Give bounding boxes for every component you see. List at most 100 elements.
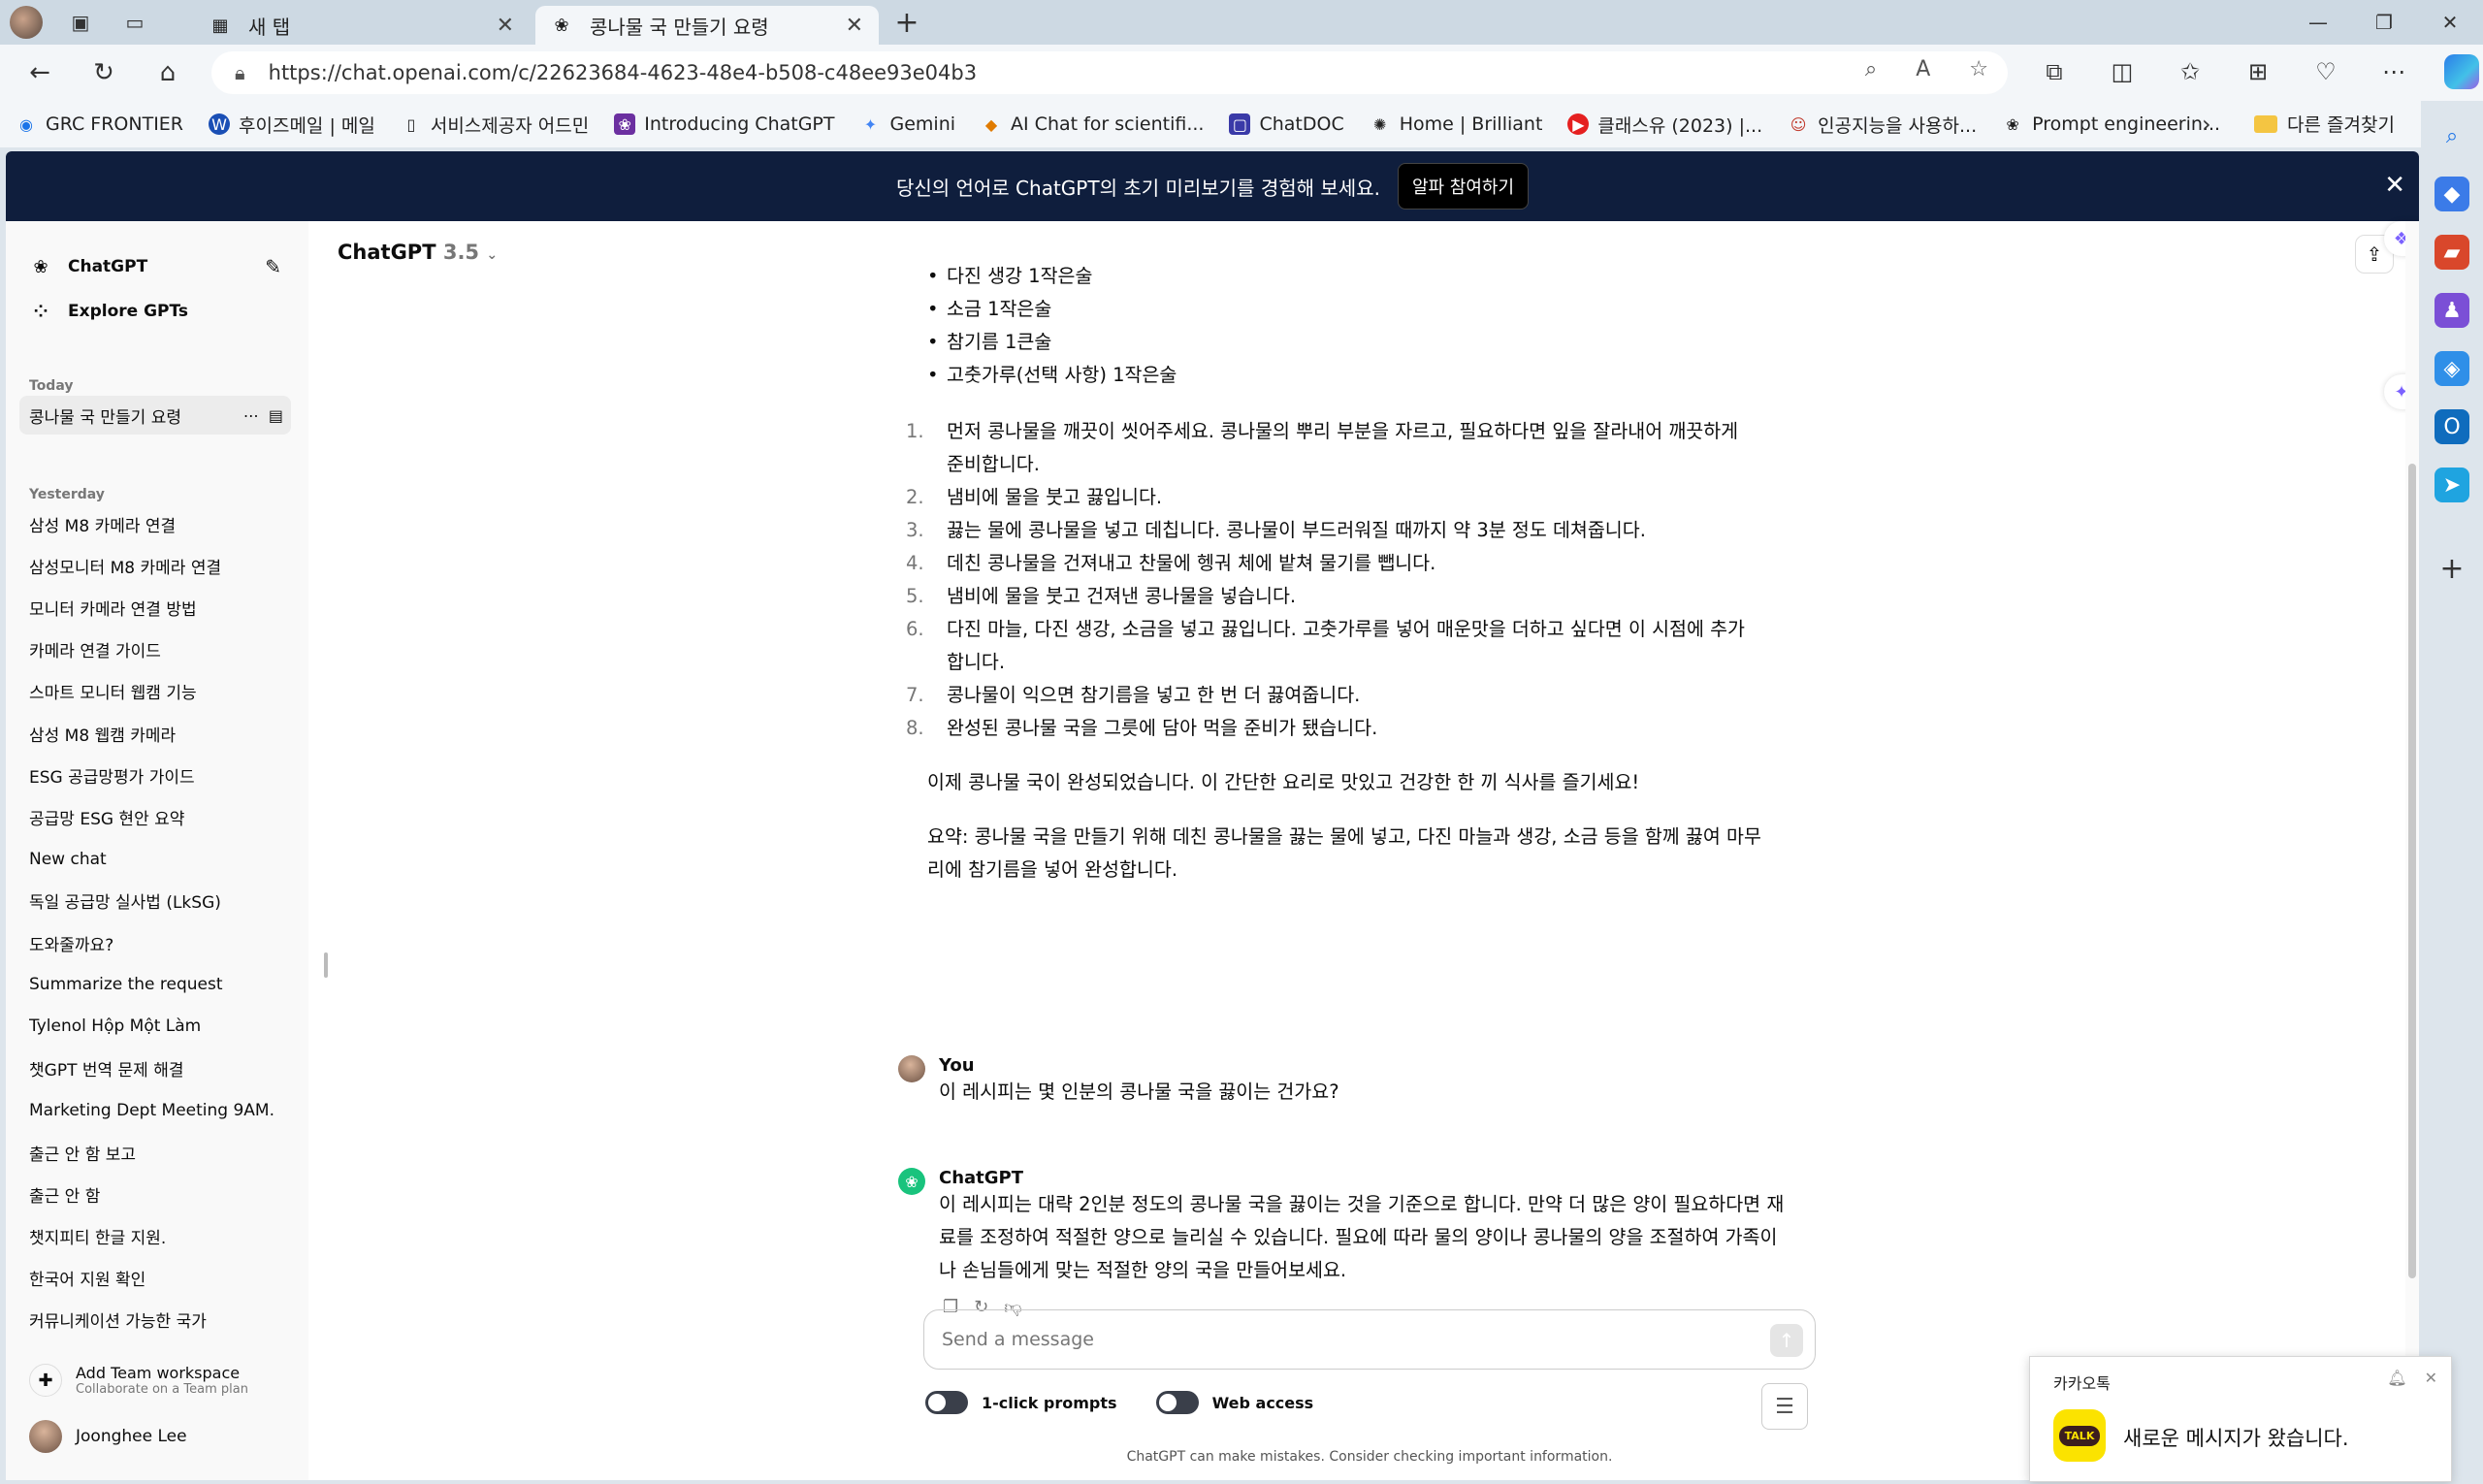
scrollbar[interactable] [2405,221,2419,1480]
chat-history-item[interactable]: 도와줄까요? [29,923,291,962]
address-bar[interactable]: 🔒︎ https://chat.openai.com/c/22623684-46… [211,51,2008,94]
bookmark-classu[interactable]: ▶ 클래스유 (2023) |... [1567,112,1762,138]
games-icon[interactable]: ♟ [2435,293,2469,328]
bookmark-prompt-engineering[interactable]: ❀ Prompt engineerin... [2002,113,2220,135]
chat-item-selected[interactable]: 콩나물 국 만들기 요령 ⋯ ▤ [19,396,291,435]
settings-sliders-icon[interactable]: ☰ [1761,1383,1808,1430]
user-menu[interactable]: Joonghee Lee [29,1420,291,1453]
browser-essentials-icon[interactable]: ♡ [2308,54,2343,89]
step-item: 5. 냄비에 물을 붓고 건져낸 콩나물을 넣습니다. [906,580,1761,613]
chat-history-item[interactable]: 한국어 지원 확인 [29,1259,291,1298]
bell-icon[interactable]: 🔔︎ [2387,1369,2406,1387]
new-chat-edit-icon[interactable]: ✎ [265,255,281,278]
chat-history-item[interactable]: 모니터 카메라 연결 방법 [29,588,291,627]
bookmark-brilliant[interactable]: ✺ Home | Brilliant [1370,113,1542,135]
scrollbar-thumb[interactable] [2408,464,2416,1278]
sidebar-resize-handle[interactable] [324,952,328,978]
join-alpha-button[interactable]: 알파 참여하기 [1397,163,1530,210]
chatgpt-page: 당신의 언어로 ChatGPT의 초기 미리보기를 경험해 보세요. 알파 참여… [6,151,2419,1480]
bookmark-gemini[interactable]: ✦ Gemini [860,113,955,135]
close-tab-icon[interactable]: ✕ [497,14,514,38]
profile-avatar[interactable] [10,6,43,39]
extensions-icon[interactable]: ⧉ [2037,54,2072,89]
chat-history-item[interactable]: 출근 안 함 보고 [29,1133,291,1172]
new-tab-button[interactable]: + [890,6,923,40]
search-icon[interactable]: ⌕ [2435,118,2469,153]
chat-history-item[interactable]: New chat [29,840,291,879]
tab-actions-icon[interactable]: ▭ [118,6,151,39]
bookmark-ai-chat-scientific[interactable]: ◆ AI Chat for scientifi... [981,113,1205,135]
collections-icon[interactable]: ⊞ [2241,54,2275,89]
chat-history-item[interactable]: 커뮤니케이션 가능한 국가 [29,1301,291,1339]
language-banner: 당신의 언어로 ChatGPT의 초기 미리보기를 경험해 보세요. 알파 참여… [6,151,2419,221]
chat-history-item[interactable]: Marketing Dept Meeting 9AM. [29,1091,291,1130]
message-input[interactable]: Send a message ↑ [923,1309,1816,1370]
close-tab-icon[interactable]: ✕ [846,14,863,38]
chat-history-item[interactable]: 공급망 ESG 현안 요약 [29,797,291,836]
chat-history-item[interactable]: 삼성 M8 카메라 연결 [29,504,291,543]
split-screen-icon[interactable]: ◫ [2105,54,2140,89]
toggle-row: 1-click prompts Web access [925,1391,1313,1414]
archive-icon[interactable]: ▤ [269,406,283,425]
chat-history-item[interactable]: Summarize the request [29,965,291,1004]
tab-chatgpt[interactable]: ❀ 콩나물 국 만들기 요령 ✕ [535,6,879,45]
lock-icon[interactable]: 🔒︎ [235,61,245,84]
restore-icon[interactable]: ❐ [2351,0,2417,45]
copilot-icon[interactable] [2444,54,2479,89]
chat-history-item[interactable]: 챗지피티 한글 지원. [29,1216,291,1255]
zoom-icon[interactable]: ⌕ [1865,57,1877,81]
workspaces-icon[interactable]: ▣ [64,6,97,39]
chat-history-item[interactable]: 삼성모니터 M8 카메라 연결 [29,546,291,585]
read-aloud-icon[interactable]: A [1916,57,1930,81]
model-selector[interactable]: ChatGPT 3.5 ⌄ [338,241,498,264]
back-icon[interactable]: ← [21,54,58,91]
tab-strip: ▣ ▭ ▦ 새 탭 ✕ ❀ 콩나물 국 만들기 요령 ✕ + — ❐ ✕ [0,0,2483,45]
favorite-star-icon[interactable]: ☆ [1969,57,1988,81]
chat-history-item[interactable]: 독일 공급망 실사법 (LkSG) [29,882,291,920]
close-window-icon[interactable]: ✕ [2417,0,2483,45]
chat-history-item[interactable]: Tylenol Hộp Một Làm [29,1007,291,1046]
explore-gpts[interactable]: ⁘ Explore GPTs [29,289,291,334]
bookmark-chatdoc[interactable]: ▢ ChatDOC [1229,113,1344,135]
user-message: You 이 레시피는 몇 인분의 콩나물 국을 끓이는 건가요? [898,1055,1790,1109]
chat-history-item[interactable]: 챗GPT 번역 문제 해결 [29,1049,291,1088]
chat-history-item[interactable]: 카메라 연결 가이드 [29,630,291,669]
settings-more-icon[interactable]: ⋯ [2376,54,2411,89]
m365-icon[interactable]: ◈ [2435,351,2469,386]
new-chat-row[interactable]: ❀ ChatGPT ✎ [29,244,291,289]
more-options-icon[interactable]: ⋯ [243,406,259,425]
favorites-icon[interactable]: ✩ [2173,54,2208,89]
tab-new-tab[interactable]: ▦ 새 탭 ✕ [194,6,530,45]
send-button[interactable]: ↑ [1770,1324,1803,1357]
drop-icon[interactable]: ➤ [2435,468,2469,502]
chevron-right-icon[interactable]: › [2202,111,2211,138]
add-team-workspace[interactable]: ✚ Add Team workspace Collaborate on a Te… [29,1364,291,1397]
chat-history-item[interactable]: 삼성 M8 웹캠 카메라 [29,714,291,753]
other-bookmarks-folder[interactable]: 다른 즐겨찾기 [2254,111,2395,137]
chat-history-item[interactable]: 스마트 모니터 웹캠 기능 [29,672,291,711]
message-text: 이 레시피는 몇 인분의 콩나물 국을 끓이는 건가요? [939,1081,1339,1103]
bookmark-grc-frontier[interactable]: ◉ GRC FRONTIER [16,113,183,135]
grid-icon: ⁘ [33,301,48,322]
minimize-icon[interactable]: — [2285,0,2351,45]
outlook-icon[interactable]: O [2435,409,2469,444]
tools-icon[interactable]: ▰ [2435,235,2469,270]
refresh-icon[interactable]: ↻ [85,54,122,91]
bookmark-whois-mail[interactable]: W 후이즈메일 | 메일 [209,112,375,138]
bookmark-ai-usage[interactable]: ☺ 인공지능을 사용하... [1788,112,1977,138]
web-access-toggle[interactable] [1155,1391,1199,1414]
add-icon[interactable]: + [2435,551,2469,586]
one-click-toggle[interactable] [925,1391,968,1414]
bookmark-service-admin[interactable]: ▯ 서비스제공자 어드민 [401,112,589,138]
chat-history-item[interactable]: 출근 안 함 [29,1175,291,1213]
url-text: https://chat.openai.com/c/22623684-4623-… [268,61,978,84]
home-icon[interactable]: ⌂ [149,54,186,91]
chat-history-item[interactable]: ESG 공급망평가 가이드 [29,756,291,794]
bookmark-introducing-chatgpt[interactable]: ❀ Introducing ChatGPT [614,113,835,135]
close-icon[interactable]: ✕ [2384,171,2405,200]
close-icon[interactable]: ✕ [2425,1369,2437,1387]
kakaotalk-notification[interactable]: 카카오톡 🔔︎ ✕ TALK 새로운 메시지가 왔습니다. [2029,1356,2452,1482]
tag-icon[interactable]: ◆ [2435,177,2469,211]
step-number: 3. [906,519,924,541]
disclaimer: ChatGPT can make mistakes. Consider chec… [1126,1449,1613,1465]
